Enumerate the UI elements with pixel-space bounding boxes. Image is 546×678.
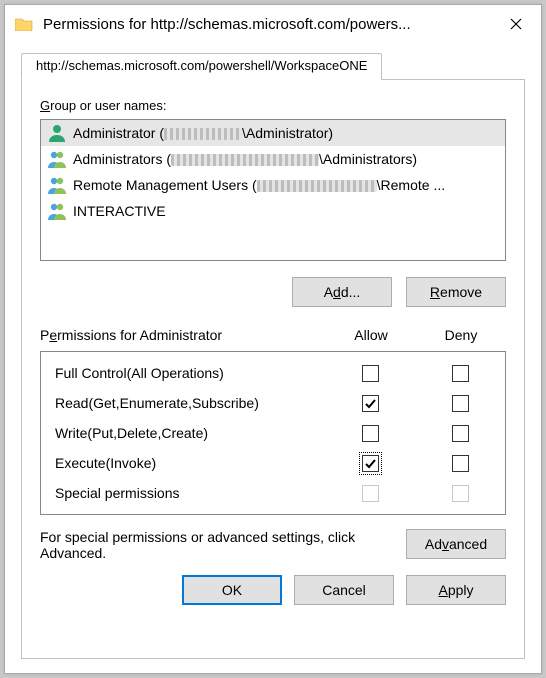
groups-list-item[interactable]: Remote Management Users (\Remote ... [41,172,505,198]
permissions-dialog: Permissions for http://schemas.microsoft… [4,4,542,674]
permission-row: Execute(Invoke) [41,448,505,478]
checkbox [362,485,379,502]
close-button[interactable] [493,5,539,43]
permission-name: Special permissions [41,485,325,501]
groups-list-item[interactable]: Administrator (\Administrator) [41,120,505,146]
checkbox[interactable] [362,455,379,472]
permission-name: Write(Put,Delete,Create) [41,425,325,441]
window-title: Permissions for http://schemas.microsoft… [43,16,493,33]
deny-header: Deny [416,327,506,343]
checkbox[interactable] [452,455,469,472]
permission-name: Read(Get,Enumerate,Subscribe) [41,395,325,411]
checkbox[interactable] [362,395,379,412]
tab-strip: http://schemas.microsoft.com/powershell/… [21,49,525,79]
tab-page: Group or user names: Administrator (\Adm… [21,79,525,659]
checkbox[interactable] [452,365,469,382]
group-icon [47,175,67,195]
group-icon [47,149,67,169]
checkbox[interactable] [362,365,379,382]
titlebar: Permissions for http://schemas.microsoft… [5,5,541,43]
advanced-button[interactable]: Advanced [406,529,506,559]
permission-row: Write(Put,Delete,Create) [41,418,505,448]
checkbox[interactable] [362,425,379,442]
permission-row: Full Control(All Operations) [41,358,505,388]
checkbox [452,485,469,502]
allow-header: Allow [326,327,416,343]
permissions-header: Permissions for Administrator Allow Deny [40,327,506,351]
user-icon [47,123,67,143]
advanced-hint-text: For special permissions or advanced sett… [40,529,394,561]
tab-namespace[interactable]: http://schemas.microsoft.com/powershell/… [21,53,382,80]
groups-listbox[interactable]: Administrator (\Administrator)Administra… [40,119,506,261]
permission-row: Special permissions [41,478,505,508]
permission-row: Read(Get,Enumerate,Subscribe) [41,388,505,418]
groups-label: Group or user names: [40,98,506,113]
permissions-list: Full Control(All Operations) Read(Get,Enu… [40,351,506,515]
checkbox[interactable] [452,395,469,412]
ok-button[interactable]: OK [182,575,282,605]
groups-list-item[interactable]: Administrators (\Administrators) [41,146,505,172]
permission-name: Execute(Invoke) [41,455,325,471]
checkbox[interactable] [452,425,469,442]
cancel-button[interactable]: Cancel [294,575,394,605]
permission-name: Full Control(All Operations) [41,365,325,381]
apply-button[interactable]: Apply [406,575,506,605]
group-icon [47,201,67,221]
groups-list-item[interactable]: INTERACTIVE [41,198,505,224]
add-button[interactable]: Add... [292,277,392,307]
folder-icon [15,17,33,31]
remove-button[interactable]: Remove [406,277,506,307]
